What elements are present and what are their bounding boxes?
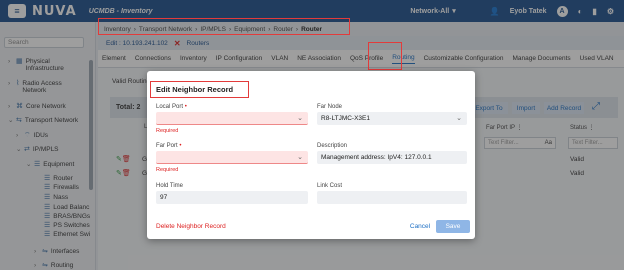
save-button[interactable]: Save [436,220,470,233]
local-port-error: Required [156,128,179,134]
local-port-label: Local Port • [156,104,187,110]
delete-neighbor-record-link[interactable]: Delete Neighbor Record [156,223,226,230]
far-port-label: Far Port • [156,143,182,149]
description-label: Description [317,143,348,149]
highlight-box-routing-tab [368,42,402,70]
far-port-error: Required [156,167,179,173]
highlight-box-title [150,81,249,98]
link-cost-field[interactable] [317,191,467,204]
description-field[interactable]: Management address: IpV4: 127.0.0.1 [317,151,467,164]
chevron-down-icon: ⌄ [297,115,303,122]
chevron-down-icon: ⌄ [456,115,462,122]
far-node-label: Far Node [317,104,343,110]
hold-time-field[interactable]: 97 [156,191,308,204]
highlight-box-breadcrumb [98,18,350,35]
cancel-button[interactable]: Cancel [405,220,435,233]
far-port-select[interactable]: ⌄ [156,151,308,164]
edit-neighbor-dialog: Edit Neighbor Record Local Port • ⌄ Requ… [147,71,475,239]
link-cost-label: Link Cost [317,183,343,189]
local-port-select[interactable]: ⌄ [156,112,308,125]
hold-time-label: Hold Time [156,183,184,189]
far-node-select[interactable]: R8-LTJMC-X3E1 ⌄ [317,112,467,125]
chevron-down-icon: ⌄ [297,154,303,161]
